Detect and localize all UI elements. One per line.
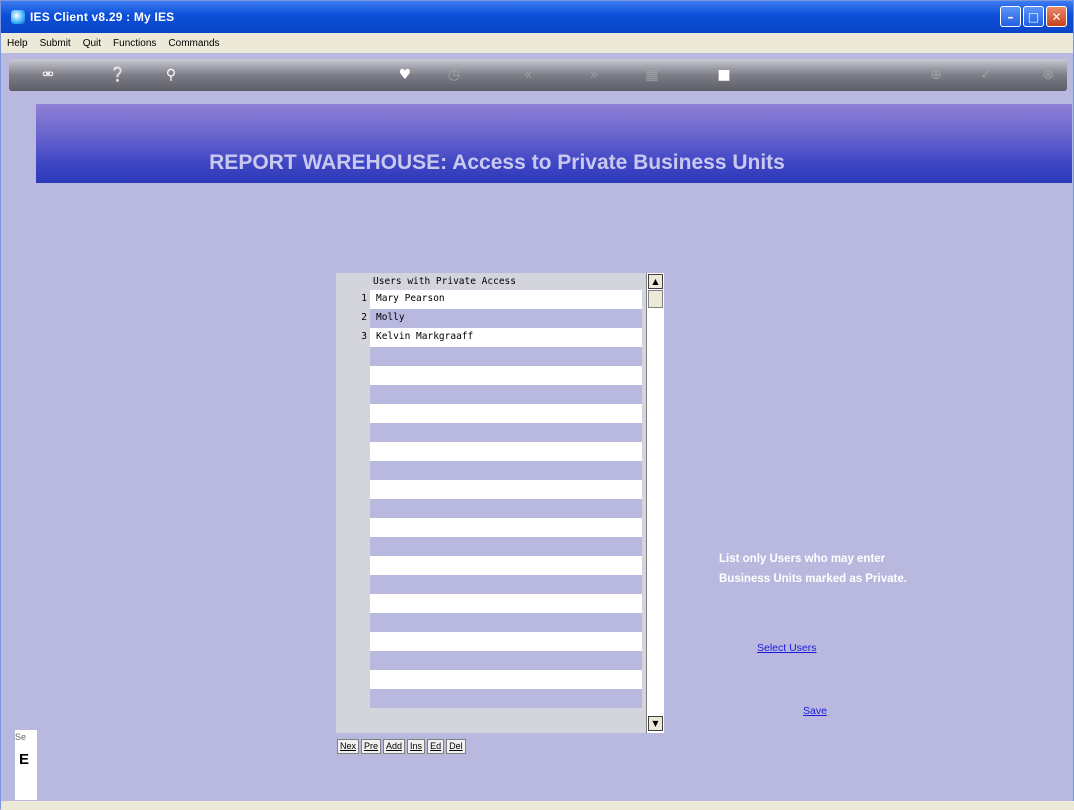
empty-row[interactable] (336, 499, 646, 518)
empty-cell[interactable] (370, 442, 642, 461)
side-panel-char: E (19, 751, 30, 768)
row-number: 1 (361, 293, 367, 304)
empty-cell[interactable] (370, 480, 642, 499)
empty-row[interactable] (336, 575, 646, 594)
close-window-button[interactable]: ✕ (1046, 6, 1067, 27)
toolbar: ⚮ ❔ ⚲ ♥ ◷ « » ▦ ■ ⊕ ✓ ⊗ (9, 59, 1067, 91)
empty-row[interactable] (336, 366, 646, 385)
help-line-2: Business Units marked as Private. (719, 573, 907, 585)
window-controls: – □ ✕ (1000, 6, 1067, 27)
empty-row[interactable] (336, 404, 646, 423)
stop-icon[interactable]: ■ (715, 67, 733, 83)
empty-row[interactable] (336, 480, 646, 499)
rewind-icon[interactable]: « (519, 67, 537, 83)
list-action-buttons: Nex Pre Add Ins Ed Del (337, 739, 466, 754)
empty-row[interactable] (336, 651, 646, 670)
empty-cell[interactable] (370, 689, 642, 708)
empty-row[interactable] (336, 461, 646, 480)
row-number: 3 (361, 331, 367, 342)
help-icon[interactable]: ❔ (109, 67, 127, 83)
side-panel-label: Se (15, 732, 27, 742)
previous-button[interactable]: Pre (361, 739, 382, 754)
app-window: IES Client v8.29 : My IES – □ ✕ Help Sub… (0, 0, 1074, 810)
heart-icon[interactable]: ♥ (396, 67, 414, 83)
user-name-cell[interactable]: Kelvin Markgraaff (370, 328, 642, 347)
forward-icon[interactable]: » (585, 67, 603, 83)
user-name-cell[interactable]: Molly (370, 309, 642, 328)
empty-cell[interactable] (370, 347, 642, 366)
table-row[interactable]: 3 Kelvin Markgraaff (336, 328, 646, 347)
insert-button[interactable]: Ins (407, 739, 426, 754)
empty-row[interactable] (336, 423, 646, 442)
menu-commands[interactable]: Commands (162, 38, 225, 49)
empty-row[interactable] (336, 556, 646, 575)
empty-cell[interactable] (370, 613, 642, 632)
empty-cell[interactable] (370, 423, 642, 442)
minimize-button[interactable]: – (1000, 6, 1021, 27)
scroll-down-icon[interactable]: ▼ (648, 716, 663, 731)
empty-cell[interactable] (370, 518, 642, 537)
grid-icon[interactable]: ▦ (643, 67, 661, 83)
empty-cell[interactable] (370, 461, 642, 480)
menu-quit[interactable]: Quit (77, 38, 107, 49)
empty-row[interactable] (336, 442, 646, 461)
app-logo-icon (11, 10, 25, 24)
key-icon[interactable]: ⚮ (39, 67, 57, 83)
empty-row[interactable] (336, 537, 646, 556)
page-title: REPORT WAREHOUSE: Access to Private Busi… (209, 151, 785, 174)
empty-cell[interactable] (370, 670, 642, 689)
empty-cell[interactable] (370, 499, 642, 518)
plus-icon[interactable]: ⊕ (927, 67, 945, 83)
menu-help[interactable]: Help (1, 38, 34, 49)
empty-cell[interactable] (370, 404, 642, 423)
empty-row[interactable] (336, 632, 646, 651)
list-rows: 1 Mary Pearson 2 Molly 3 Kelvin Markgraa… (336, 290, 646, 708)
menu-submit[interactable]: Submit (34, 38, 77, 49)
report-banner: REPORT WAREHOUSE: Access to Private Busi… (36, 104, 1072, 183)
list-scrollbar[interactable]: ▲ ▼ (646, 273, 664, 733)
add-button[interactable]: Add (383, 739, 406, 754)
empty-cell[interactable] (370, 651, 642, 670)
menu-bar: Help Submit Quit Functions Commands (1, 33, 1073, 53)
empty-row[interactable] (336, 385, 646, 404)
close-icon[interactable]: ⊗ (1039, 67, 1057, 83)
empty-row[interactable] (336, 670, 646, 689)
user-name-cell[interactable]: Mary Pearson (370, 290, 642, 309)
scroll-up-icon[interactable]: ▲ (648, 274, 663, 289)
maximize-button[interactable]: □ (1023, 6, 1044, 27)
edit-button[interactable]: Ed (427, 739, 445, 754)
empty-row[interactable] (336, 347, 646, 366)
empty-cell[interactable] (370, 366, 642, 385)
help-line-1: List only Users who may enter (719, 553, 886, 565)
empty-row[interactable] (336, 594, 646, 613)
check-icon[interactable]: ✓ (977, 67, 995, 83)
list-header: Users with Private Access (370, 273, 646, 290)
delete-button[interactable]: Del (446, 739, 466, 754)
empty-cell[interactable] (370, 594, 642, 613)
row-number: 2 (361, 312, 367, 323)
empty-row[interactable] (336, 689, 646, 708)
empty-cell[interactable] (370, 575, 642, 594)
table-row[interactable]: 2 Molly (336, 309, 646, 328)
empty-cell[interactable] (370, 537, 642, 556)
table-row[interactable]: 1 Mary Pearson (336, 290, 646, 309)
empty-row[interactable] (336, 613, 646, 632)
empty-cell[interactable] (370, 385, 642, 404)
clock-icon[interactable]: ◷ (445, 67, 463, 83)
select-users-link[interactable]: Select Users (757, 642, 817, 654)
window-title: IES Client v8.29 : My IES (30, 10, 175, 24)
save-link[interactable]: Save (803, 705, 827, 717)
scroll-thumb[interactable] (648, 290, 663, 308)
empty-row[interactable] (336, 518, 646, 537)
empty-cell[interactable] (370, 632, 642, 651)
next-button[interactable]: Nex (337, 739, 360, 754)
empty-cell[interactable] (370, 556, 642, 575)
users-list-panel: Users with Private Access 1 Mary Pearson… (336, 273, 664, 733)
menu-functions[interactable]: Functions (107, 38, 162, 49)
title-bar: IES Client v8.29 : My IES – □ ✕ (1, 1, 1073, 33)
help-text: List only Users who may enter Business U… (719, 549, 979, 589)
search-icon[interactable]: ⚲ (162, 67, 180, 83)
